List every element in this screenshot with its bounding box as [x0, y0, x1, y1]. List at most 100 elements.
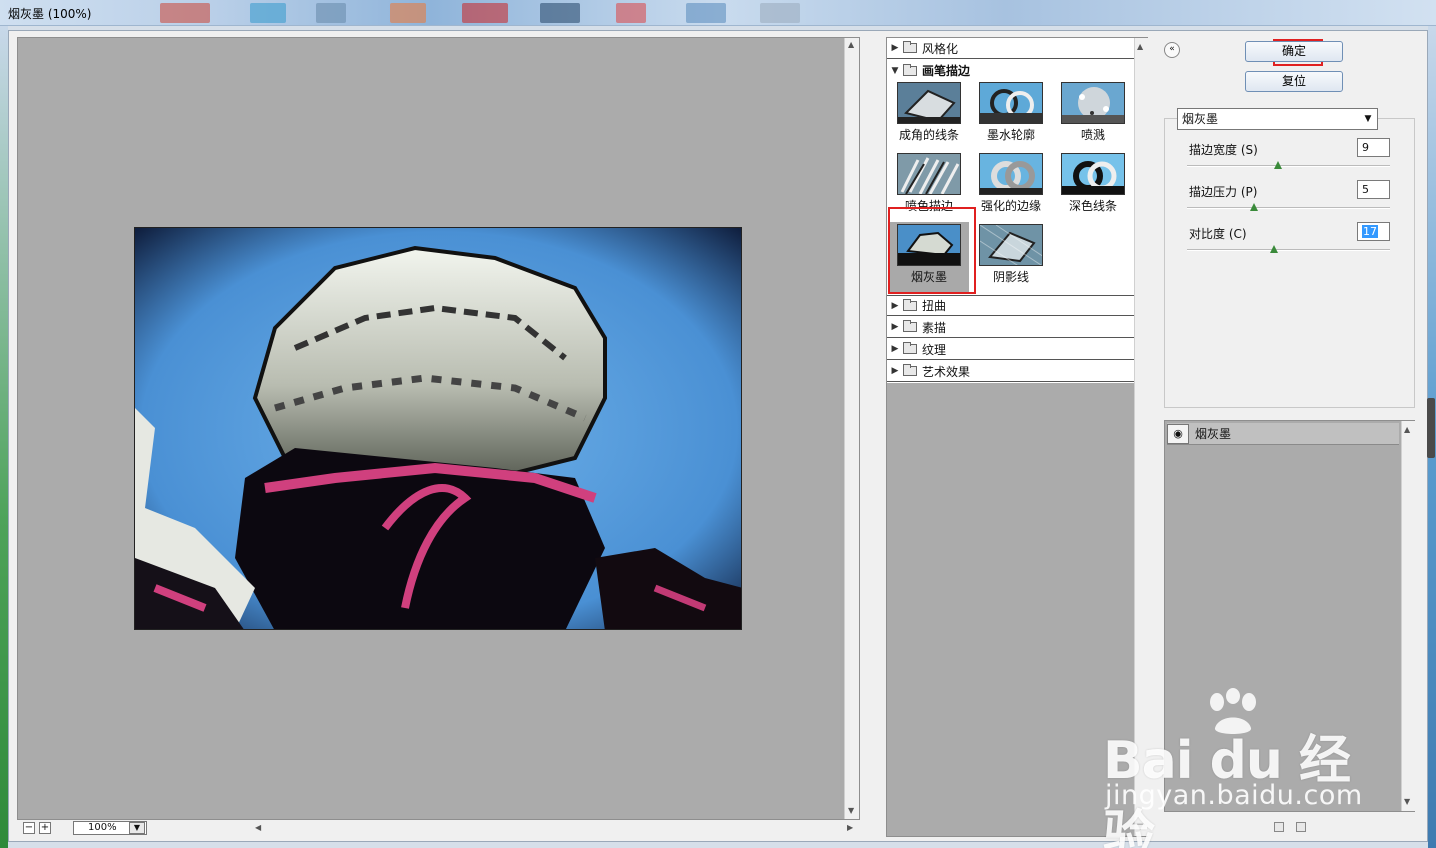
taskbar-thumbnail — [760, 3, 800, 23]
flower-artwork — [135, 228, 741, 629]
filter-thumb-angled-strokes[interactable]: 成角的线条 — [889, 80, 969, 146]
scroll-left-arrow-icon[interactable]: ◀ — [255, 823, 261, 833]
title-bar: 烟灰墨 (100%) — [0, 0, 1436, 26]
filter-label: 阴影线 — [992, 270, 1029, 284]
expand-triangle-icon[interactable]: ▶ — [887, 322, 903, 332]
scroll-up-arrow-icon[interactable]: ▲ — [1404, 425, 1410, 435]
reset-button[interactable]: 复位 — [1245, 71, 1343, 92]
filter-preview-thumbnail — [979, 153, 1043, 195]
window-scroll-thumb[interactable] — [1427, 398, 1435, 458]
filter-thumb-dark-strokes[interactable]: 深色线条 — [1053, 151, 1133, 217]
category-artistic[interactable]: ▶ 艺术效果 — [887, 361, 1134, 382]
eye-visibility-icon[interactable]: ◉ — [1167, 423, 1189, 444]
filter-label: 强化的边缘 — [980, 199, 1041, 213]
folder-icon — [903, 41, 917, 53]
filter-label: 成角的线条 — [898, 128, 959, 142]
stroke-width-label: 描边宽度 (S) — [1189, 143, 1258, 157]
category-label: 艺术效果 — [922, 364, 971, 379]
preview-horizontal-scrollbar[interactable]: ◀ ▶ — [250, 820, 860, 836]
stroke-width-slider-track[interactable] — [1187, 165, 1390, 167]
category-label: 扭曲 — [922, 299, 947, 313]
filter-thumb-spatter[interactable]: 喷溅 — [1053, 80, 1133, 146]
filter-label: 喷溅 — [1080, 128, 1105, 142]
baidu-watermark: Bai du 经验 jingyan.baidu.com — [1103, 688, 1363, 848]
category-stylize[interactable]: ▶ 风格化 — [887, 38, 1134, 59]
thumbnail-art — [1062, 83, 1124, 123]
scroll-up-arrow-icon[interactable]: ▲ — [848, 40, 854, 50]
folder-icon — [903, 342, 917, 354]
effect-layer-row[interactable]: ◉ 烟灰墨 — [1167, 423, 1399, 445]
filter-thumb-accented-edges[interactable]: 强化的边缘 — [971, 151, 1051, 217]
chevron-down-icon: ▼ — [133, 823, 141, 832]
effect-layer-label: 烟灰墨 — [1195, 427, 1232, 441]
selected-filter-name: 烟灰墨 — [1182, 112, 1219, 126]
folder-icon — [903, 298, 917, 311]
contrast-slider-handle[interactable] — [1270, 245, 1279, 253]
folder-icon — [903, 364, 917, 376]
collapse-triangle-icon[interactable]: ▼ — [887, 66, 903, 76]
taskbar-thumbnail — [540, 3, 580, 23]
scroll-down-arrow-icon[interactable]: ▼ — [1404, 797, 1410, 807]
filtered-preview-image[interactable] — [134, 227, 742, 630]
category-label: 素描 — [922, 320, 947, 335]
desktop-edge-left — [0, 26, 8, 848]
zoom-in-button[interactable]: + — [39, 822, 51, 834]
filter-settings-panel — [1164, 118, 1415, 408]
thumbnail-art — [980, 154, 1042, 194]
category-sketch[interactable]: ▶ 素描 — [887, 317, 1134, 338]
filter-preview-thumbnail — [1061, 82, 1125, 124]
taskbar-thumbnail — [462, 3, 508, 23]
stroke-pressure-slider-handle[interactable] — [1249, 203, 1258, 211]
scroll-down-arrow-icon[interactable]: ▼ — [848, 806, 854, 816]
contrast-value: 17 — [1362, 225, 1378, 238]
category-label: 画笔描边 — [922, 64, 971, 78]
filter-label: 墨水轮廓 — [986, 128, 1035, 142]
filter-thumb-crosshatch[interactable]: 阴影线 — [971, 222, 1051, 288]
category-label: 纹理 — [922, 342, 947, 357]
filter-select-dropdown[interactable]: 烟灰墨 ▼ — [1177, 108, 1378, 130]
taskbar-thumbnail — [390, 3, 426, 23]
contrast-input[interactable]: 17 — [1357, 222, 1390, 241]
taskbar-thumbnail — [616, 3, 646, 23]
watermark-url: jingyan.baidu.com — [1105, 780, 1363, 811]
stroke-width-input[interactable]: 9 — [1357, 138, 1390, 157]
stroke-width-value: 9 — [1362, 141, 1369, 154]
window-title: 烟灰墨 (100%) — [8, 7, 92, 21]
stroke-width-slider-handle[interactable] — [1274, 161, 1283, 169]
layers-vertical-scrollbar[interactable]: ▲ ▼ — [1401, 421, 1415, 811]
highlight-box-selected-filter — [888, 207, 976, 294]
contrast-slider-track[interactable] — [1187, 249, 1390, 251]
filter-preview-thumbnail — [897, 82, 961, 124]
filter-thumb-ink-outlines[interactable]: 墨水轮廓 — [971, 80, 1051, 146]
ok-button[interactable]: 确定 — [1245, 41, 1343, 62]
expand-triangle-icon[interactable]: ▶ — [887, 366, 903, 376]
thumbnail-art — [898, 83, 960, 123]
category-label: 风格化 — [922, 41, 959, 56]
thumbnail-art — [898, 154, 960, 194]
thumbnail-art — [980, 225, 1042, 265]
thumbnail-art — [1062, 154, 1124, 194]
scroll-up-arrow-icon[interactable]: ▲ — [1137, 42, 1143, 52]
zoom-out-button[interactable]: − — [23, 822, 35, 834]
filter-label: 深色线条 — [1068, 199, 1117, 213]
stroke-pressure-slider-track[interactable] — [1187, 207, 1390, 209]
chevron-down-icon[interactable]: ▼ — [1361, 111, 1375, 127]
preview-vertical-scrollbar[interactable]: ▲ ▼ — [844, 38, 859, 819]
filter-preview-thumbnail — [979, 224, 1043, 266]
taskbar-thumbnail — [160, 3, 210, 23]
stroke-pressure-value: 5 — [1362, 183, 1369, 196]
collapse-gallery-button[interactable]: « — [1164, 42, 1180, 58]
stroke-pressure-input[interactable]: 5 — [1357, 180, 1390, 199]
category-brush-strokes[interactable]: ▼ 画笔描边 — [887, 60, 1134, 81]
filter-preview-thumbnail — [1061, 153, 1125, 195]
scroll-right-arrow-icon[interactable]: ▶ — [847, 823, 853, 833]
expand-triangle-icon[interactable]: ▶ — [887, 43, 903, 53]
folder-open-icon — [903, 63, 917, 76]
expand-triangle-icon[interactable]: ▶ — [887, 301, 903, 311]
thumbnail-art — [980, 83, 1042, 123]
category-distort[interactable]: ▶ 扭曲 — [887, 295, 1134, 316]
expand-triangle-icon[interactable]: ▶ — [887, 344, 903, 354]
zoom-dropdown-button[interactable]: ▼ — [129, 822, 145, 834]
category-texture[interactable]: ▶ 纹理 — [887, 339, 1134, 360]
double-chevron-up-icon: « — [1169, 44, 1175, 54]
